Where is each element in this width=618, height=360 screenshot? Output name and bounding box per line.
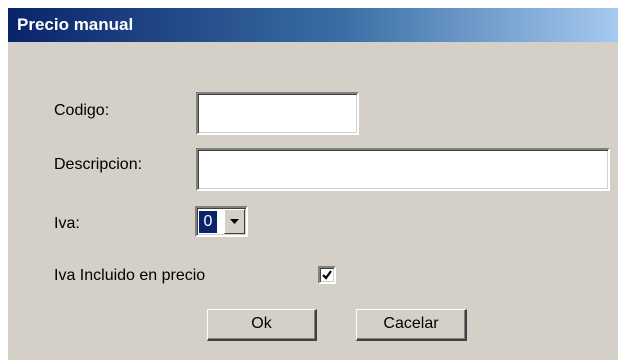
descripcion-field[interactable] bbox=[196, 148, 610, 191]
iva-incluido-label: Iva Incluido en precio bbox=[54, 267, 206, 284]
ok-button[interactable]: Ok bbox=[207, 309, 317, 341]
checkmark-icon bbox=[322, 270, 332, 280]
cancel-button[interactable]: Cacelar bbox=[356, 309, 467, 341]
codigo-field[interactable] bbox=[196, 92, 359, 135]
iva-selected-value: 0 bbox=[199, 211, 217, 233]
descripcion-input[interactable] bbox=[198, 150, 608, 189]
iva-select[interactable]: 0 bbox=[195, 206, 248, 237]
iva-dropdown-button[interactable] bbox=[224, 209, 245, 234]
iva-label: Iva: bbox=[54, 215, 80, 232]
precio-manual-dialog: Precio manual Codigo: Descripcion: Iva: … bbox=[8, 8, 618, 360]
title-bar[interactable]: Precio manual bbox=[8, 8, 618, 42]
codigo-input[interactable] bbox=[198, 94, 357, 133]
iva-incluido-checkbox[interactable] bbox=[318, 266, 336, 284]
descripcion-label: Descripcion: bbox=[54, 156, 143, 173]
codigo-label: Codigo: bbox=[54, 102, 110, 119]
window-title: Precio manual bbox=[17, 15, 134, 34]
chevron-down-icon bbox=[230, 219, 239, 224]
